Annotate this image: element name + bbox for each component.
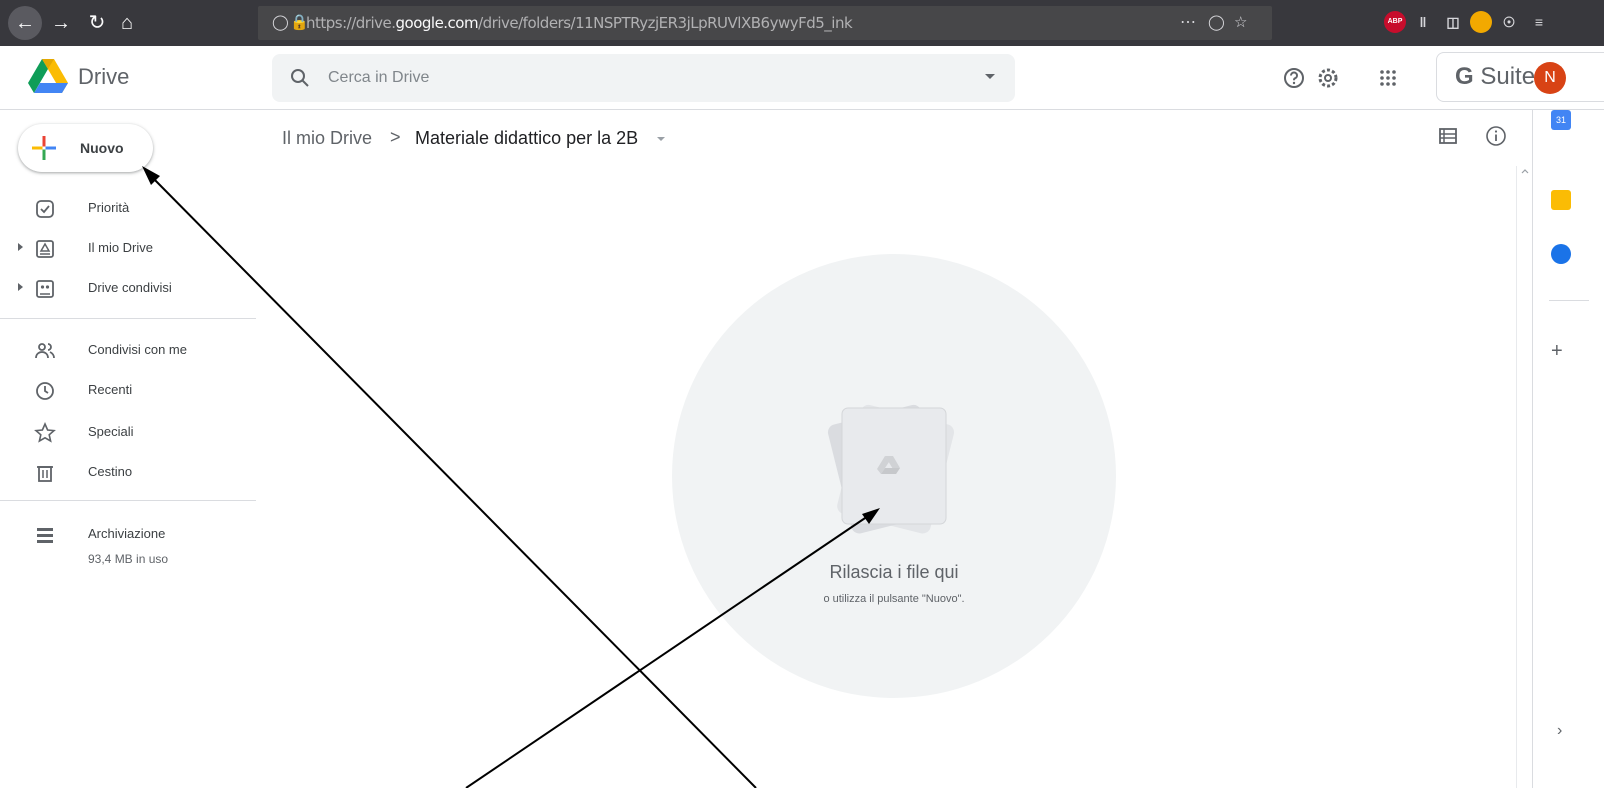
avatar[interactable]: N	[1534, 62, 1566, 94]
tasks-icon[interactable]	[1551, 244, 1571, 264]
new-button-label: Nuovo	[80, 140, 124, 156]
sidebar-toggle-icon[interactable]: ◫	[1442, 11, 1464, 33]
sidebar-divider	[0, 500, 256, 501]
keep-icon[interactable]	[1551, 190, 1571, 210]
sidebar-item-label: Condivisi con me	[88, 342, 187, 357]
new-button[interactable]: Nuovo	[18, 124, 153, 172]
my-drive-icon	[36, 240, 54, 258]
side-panel: 31 + ›	[1532, 110, 1604, 788]
storage-icon	[37, 528, 53, 543]
bookmark-star-icon[interactable]: ☆	[1234, 6, 1247, 40]
settings-gear-icon[interactable]	[1312, 62, 1344, 94]
side-panel-divider	[1549, 300, 1589, 301]
sidebar: Nuovo Priorità Il mio Drive Drive condiv…	[0, 110, 272, 788]
sidebar-item-trash[interactable]: Cestino	[0, 452, 256, 492]
files-drop-illustration-icon	[827, 404, 955, 534]
expand-panel-icon[interactable]: ›	[1557, 722, 1562, 740]
home-button[interactable]: ⌂	[114, 10, 140, 36]
shared-with-me-icon	[35, 343, 55, 359]
clock-icon	[36, 382, 54, 400]
breadcrumb-root[interactable]: Il mio Drive	[282, 128, 372, 149]
page-actions-icon[interactable]: ⋯	[1180, 6, 1196, 40]
adblock-icon[interactable]: ABP	[1384, 11, 1406, 33]
sidebar-item-label: Archiviazione	[88, 526, 166, 541]
extension-icon[interactable]	[1470, 11, 1492, 33]
star-icon	[34, 422, 56, 443]
sidebar-item-label: Cestino	[88, 464, 133, 479]
search-input[interactable]	[328, 54, 928, 102]
drive-logo-icon[interactable]	[28, 59, 68, 95]
sidebar-item-starred[interactable]: Speciali	[0, 412, 256, 452]
account-icon[interactable]: ☉	[1498, 11, 1520, 33]
drive-header: Drive G Suite N	[0, 46, 1604, 110]
gsuite-account-area[interactable]: G Suite N	[1436, 52, 1604, 102]
sidebar-item-label: Il mio Drive	[88, 240, 154, 255]
url-text[interactable]: https://drive.google.com/drive/folders/1…	[306, 6, 853, 40]
sidebar-item-label: Recenti	[88, 382, 133, 397]
storage-usage-text: 93,4 MB in uso	[88, 552, 169, 566]
sidebar-item-shared-with-me[interactable]: Condivisi con me	[0, 330, 256, 370]
sidebar-item-priority[interactable]: Priorità	[0, 188, 256, 228]
shield-icon[interactable]: ◯	[272, 6, 289, 40]
sidebar-item-label: Speciali	[88, 424, 134, 439]
url-bar[interactable]: ◯ 🔒 https://drive.google.com/drive/folde…	[258, 6, 1272, 40]
scrollbar[interactable]	[1516, 166, 1531, 788]
plus-icon	[32, 136, 56, 160]
back-button[interactable]: ←	[8, 6, 42, 40]
sidebar-item-shared-drives[interactable]: Drive condivisi	[0, 268, 256, 308]
breadcrumb: Il mio Drive > Materiale didattico per l…	[272, 110, 1532, 166]
expand-arrow-icon[interactable]	[18, 243, 23, 251]
pocket-icon[interactable]: ◯	[1208, 6, 1225, 40]
search-options-icon[interactable]	[985, 74, 995, 79]
menu-icon[interactable]: ≡	[1528, 11, 1550, 33]
shared-drives-icon	[36, 280, 54, 298]
trash-icon	[37, 466, 53, 482]
app-title[interactable]: Drive	[78, 64, 129, 90]
breadcrumb-separator: >	[390, 127, 401, 147]
forward-button[interactable]: →	[48, 10, 74, 36]
gsuite-logo: G Suite	[1455, 63, 1536, 90]
apps-grid-icon[interactable]	[1372, 62, 1404, 94]
priority-icon	[36, 200, 54, 218]
sidebar-divider	[0, 318, 256, 319]
reload-button[interactable]: ↻	[84, 10, 110, 36]
calendar-icon[interactable]: 31	[1551, 110, 1571, 130]
info-icon[interactable]	[1484, 124, 1508, 148]
list-view-icon[interactable]	[1436, 124, 1460, 148]
breadcrumb-current-folder[interactable]: Materiale didattico per la 2B	[415, 128, 638, 149]
search-bar[interactable]	[272, 54, 1015, 102]
folder-menu-caret-icon[interactable]	[657, 137, 665, 141]
drop-zone-subtitle: o utilizza il pulsante "Nuovo".	[823, 593, 965, 605]
add-addon-icon[interactable]: +	[1551, 340, 1563, 363]
browser-toolbar: ← → ↻ ⌂ ◯ 🔒 https://drive.google.com/dri…	[0, 0, 1604, 46]
search-icon[interactable]	[288, 66, 312, 90]
expand-arrow-icon[interactable]	[18, 283, 23, 291]
sidebar-item-label: Priorità	[88, 200, 130, 215]
sidebar-item-my-drive[interactable]: Il mio Drive	[0, 228, 256, 268]
help-icon[interactable]	[1278, 62, 1310, 94]
drop-zone-title: Rilascia i file qui	[829, 562, 959, 582]
sidebar-item-label: Drive condivisi	[88, 280, 172, 295]
scroll-up-icon[interactable]	[1520, 166, 1530, 176]
sidebar-item-recent[interactable]: Recenti	[0, 370, 256, 410]
sidebar-item-storage[interactable]: Archiviazione	[0, 514, 256, 554]
library-icon[interactable]: ‖	[1412, 11, 1434, 33]
